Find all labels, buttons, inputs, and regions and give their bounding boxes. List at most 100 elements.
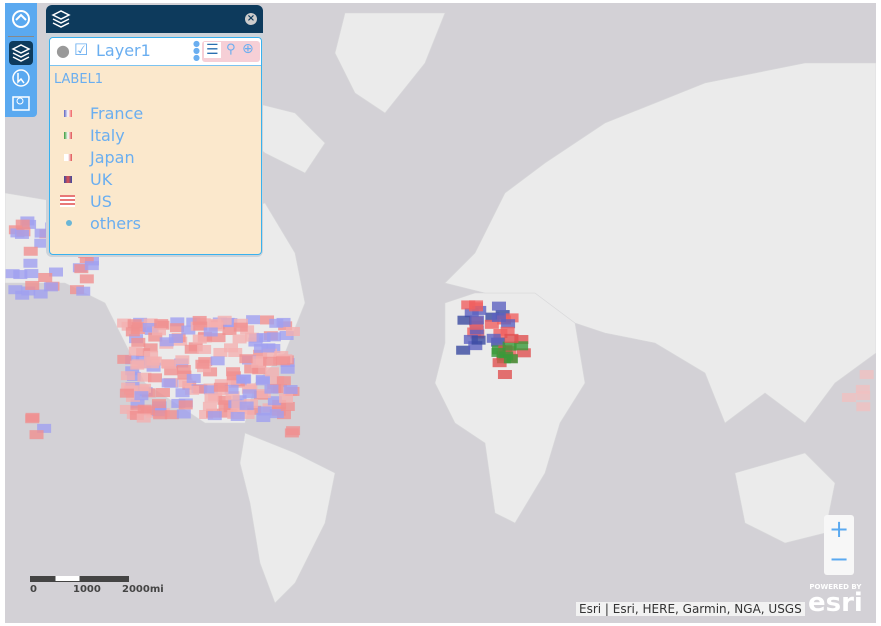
flag-marker[interactable] (136, 413, 151, 423)
flag-marker[interactable] (38, 272, 53, 282)
flag-marker[interactable] (146, 356, 161, 366)
flag-marker[interactable] (456, 345, 471, 355)
flag-marker[interactable] (134, 391, 149, 401)
flag-marker[interactable] (29, 430, 44, 440)
flag-marker[interactable] (242, 389, 257, 399)
flag-marker[interactable] (285, 326, 300, 336)
flag-marker[interactable] (261, 343, 276, 353)
flag-marker[interactable] (168, 334, 183, 344)
flag-marker[interactable] (239, 401, 254, 411)
flag-marker[interactable] (25, 414, 40, 424)
flag-marker[interactable] (210, 356, 225, 366)
flag-marker[interactable] (233, 322, 248, 332)
flag-marker[interactable] (128, 346, 143, 356)
flag-marker[interactable] (491, 301, 506, 311)
flag-marker[interactable] (468, 302, 483, 312)
flag-marker[interactable] (207, 318, 222, 328)
flag-marker[interactable] (13, 270, 28, 280)
close-button[interactable]: × (245, 13, 257, 25)
flag-marker[interactable] (280, 401, 295, 411)
flag-marker[interactable] (154, 319, 169, 329)
flag-marker[interactable] (457, 315, 472, 325)
flag-marker[interactable] (230, 411, 245, 421)
flag-marker[interactable] (178, 400, 193, 410)
flag-marker[interactable] (269, 318, 284, 328)
flag-marker[interactable] (855, 384, 870, 394)
flag-marker[interactable] (25, 280, 40, 290)
flag-marker[interactable] (120, 371, 135, 381)
flag-marker[interactable] (279, 393, 294, 403)
select-button[interactable] (9, 66, 33, 90)
flag-marker[interactable] (84, 261, 99, 271)
home-button[interactable] (9, 7, 33, 31)
flag-marker[interactable] (263, 356, 278, 366)
flag-marker[interactable] (125, 327, 140, 337)
flag-marker[interactable] (246, 315, 261, 325)
flag-marker[interactable] (223, 343, 238, 353)
flag-marker[interactable] (130, 360, 145, 370)
flag-marker[interactable] (471, 335, 486, 345)
location-pin-icon[interactable]: ● (56, 41, 70, 60)
flag-marker[interactable] (207, 411, 222, 421)
flag-marker[interactable] (184, 344, 199, 354)
flag-marker[interactable] (236, 374, 251, 384)
print-button[interactable] (9, 91, 33, 115)
flag-marker[interactable] (264, 367, 279, 377)
flag-marker[interactable] (119, 388, 134, 398)
flag-marker[interactable] (23, 258, 38, 268)
flag-marker[interactable] (264, 384, 279, 394)
flag-marker[interactable] (239, 354, 254, 364)
flag-marker[interactable] (148, 373, 163, 383)
zoom-in-button[interactable]: + (824, 515, 854, 545)
flag-marker[interactable] (232, 334, 247, 344)
flag-marker[interactable] (23, 246, 38, 256)
flag-marker[interactable] (284, 428, 299, 438)
flag-marker[interactable] (280, 364, 295, 374)
flag-marker[interactable] (195, 359, 210, 369)
flag-marker[interactable] (859, 370, 874, 380)
flag-marker[interactable] (155, 388, 170, 398)
flag-marker[interactable] (276, 376, 291, 386)
flag-marker[interactable] (213, 382, 228, 392)
more-icon[interactable]: ● ● ● (193, 40, 200, 62)
flag-marker[interactable] (255, 376, 270, 386)
flag-marker[interactable] (256, 333, 271, 343)
flag-marker[interactable] (151, 399, 166, 409)
flag-marker[interactable] (469, 315, 484, 325)
flag-marker[interactable] (14, 229, 29, 239)
zoom-out-button[interactable]: − (824, 545, 854, 573)
flag-marker[interactable] (203, 327, 218, 337)
flag-marker[interactable] (79, 274, 94, 284)
layers-button[interactable] (9, 41, 33, 65)
zoom-to-layer-icon[interactable]: ⊕ (242, 41, 254, 57)
flag-marker[interactable] (257, 406, 272, 416)
flag-marker[interactable] (197, 344, 212, 354)
flag-marker[interactable] (76, 286, 91, 296)
legend-label: LABEL1 (54, 72, 104, 87)
flag-marker[interactable] (202, 401, 217, 411)
filter-icon[interactable]: ⚲ (226, 42, 236, 57)
flag-marker[interactable] (841, 393, 856, 403)
flag-marker[interactable] (186, 373, 201, 383)
flag-marker[interactable] (276, 356, 291, 366)
flag-marker[interactable] (131, 337, 146, 347)
layer-checkbox[interactable]: ☑ (74, 40, 88, 59)
flag-marker[interactable] (497, 370, 512, 380)
flag-marker[interactable] (162, 359, 177, 369)
legend-list-icon[interactable]: ☰ (204, 42, 221, 58)
flag-marker[interactable] (153, 410, 168, 420)
flag-marker[interactable] (15, 219, 30, 229)
flag-marker[interactable] (504, 333, 519, 343)
flag-marker[interactable] (503, 354, 518, 364)
flag-marker[interactable] (117, 354, 132, 364)
flag-marker[interactable] (486, 333, 501, 343)
flag-marker[interactable] (283, 385, 298, 395)
flag-marker[interactable] (127, 319, 142, 329)
flag-marker[interactable] (8, 285, 23, 295)
flag-marker[interactable] (175, 355, 190, 365)
flag-marker[interactable] (175, 388, 190, 398)
flag-marker[interactable] (856, 402, 871, 412)
flag-marker[interactable] (161, 378, 176, 388)
flag-marker[interactable] (33, 289, 48, 299)
flag-marker[interactable] (176, 409, 191, 419)
